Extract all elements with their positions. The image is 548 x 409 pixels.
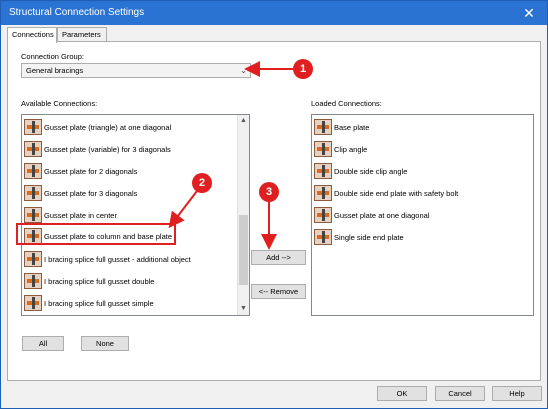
gusset-plate-icon bbox=[24, 185, 42, 201]
gusset-plate-icon bbox=[24, 141, 42, 157]
window-title: Structural Connection Settings bbox=[9, 7, 145, 18]
bracing-splice-icon bbox=[24, 295, 42, 311]
gusset-plate-icon bbox=[24, 119, 42, 135]
gusset-plate-icon bbox=[24, 163, 42, 179]
select-none-button[interactable]: None bbox=[81, 336, 129, 351]
close-icon[interactable]: ✕ bbox=[511, 1, 547, 25]
available-connections-list[interactable]: Gusset plate (triangle) at one diagonal … bbox=[21, 114, 250, 316]
end-plate-icon bbox=[314, 185, 332, 201]
connection-group-label: Connection Group: bbox=[21, 52, 84, 61]
selected-item-highlight bbox=[16, 223, 176, 245]
add-button[interactable]: Add --> bbox=[251, 250, 306, 265]
remove-button[interactable]: <-- Remove bbox=[251, 284, 306, 299]
clip-angle-icon bbox=[314, 163, 332, 179]
gusset-plate-icon bbox=[314, 207, 332, 223]
loaded-connections-label: Loaded Connections: bbox=[311, 99, 382, 108]
chevron-down-icon[interactable]: ⌄ bbox=[240, 64, 247, 77]
bracing-splice-icon bbox=[24, 273, 42, 289]
vertical-scrollbar[interactable]: ▲ ▼ bbox=[237, 115, 249, 315]
ok-button[interactable]: OK bbox=[377, 386, 427, 401]
loaded-connections-list[interactable]: Base plate Clip angle Double side clip a… bbox=[311, 114, 534, 316]
cancel-button[interactable]: Cancel bbox=[435, 386, 485, 401]
connections-panel: Connection Group: General bracings ⌄ Ava… bbox=[7, 41, 541, 381]
gusset-plate-icon bbox=[24, 207, 42, 223]
scroll-down-icon[interactable]: ▼ bbox=[238, 303, 249, 315]
connection-group-select[interactable]: General bracings ⌄ bbox=[21, 63, 251, 78]
select-all-button[interactable]: All bbox=[22, 336, 64, 351]
callout-marker: 1 bbox=[293, 59, 313, 79]
scroll-up-icon[interactable]: ▲ bbox=[238, 115, 249, 127]
clip-angle-icon bbox=[314, 141, 332, 157]
dialog-window: Structural Connection Settings ✕ Connect… bbox=[0, 0, 548, 409]
available-connections-label: Available Connections: bbox=[21, 99, 98, 108]
end-plate-icon bbox=[314, 229, 332, 245]
callout-marker: 2 bbox=[192, 173, 212, 193]
connection-group-value: General bracings bbox=[26, 66, 84, 75]
tab-parameters[interactable]: Parameters bbox=[57, 27, 107, 42]
title-bar: Structural Connection Settings ✕ bbox=[1, 1, 547, 25]
callout-marker: 3 bbox=[259, 182, 279, 202]
bracing-splice-icon bbox=[24, 251, 42, 267]
scroll-thumb[interactable] bbox=[239, 215, 248, 285]
tab-connections[interactable]: Connections bbox=[7, 27, 57, 43]
help-button[interactable]: Help bbox=[492, 386, 542, 401]
base-plate-icon bbox=[314, 119, 332, 135]
